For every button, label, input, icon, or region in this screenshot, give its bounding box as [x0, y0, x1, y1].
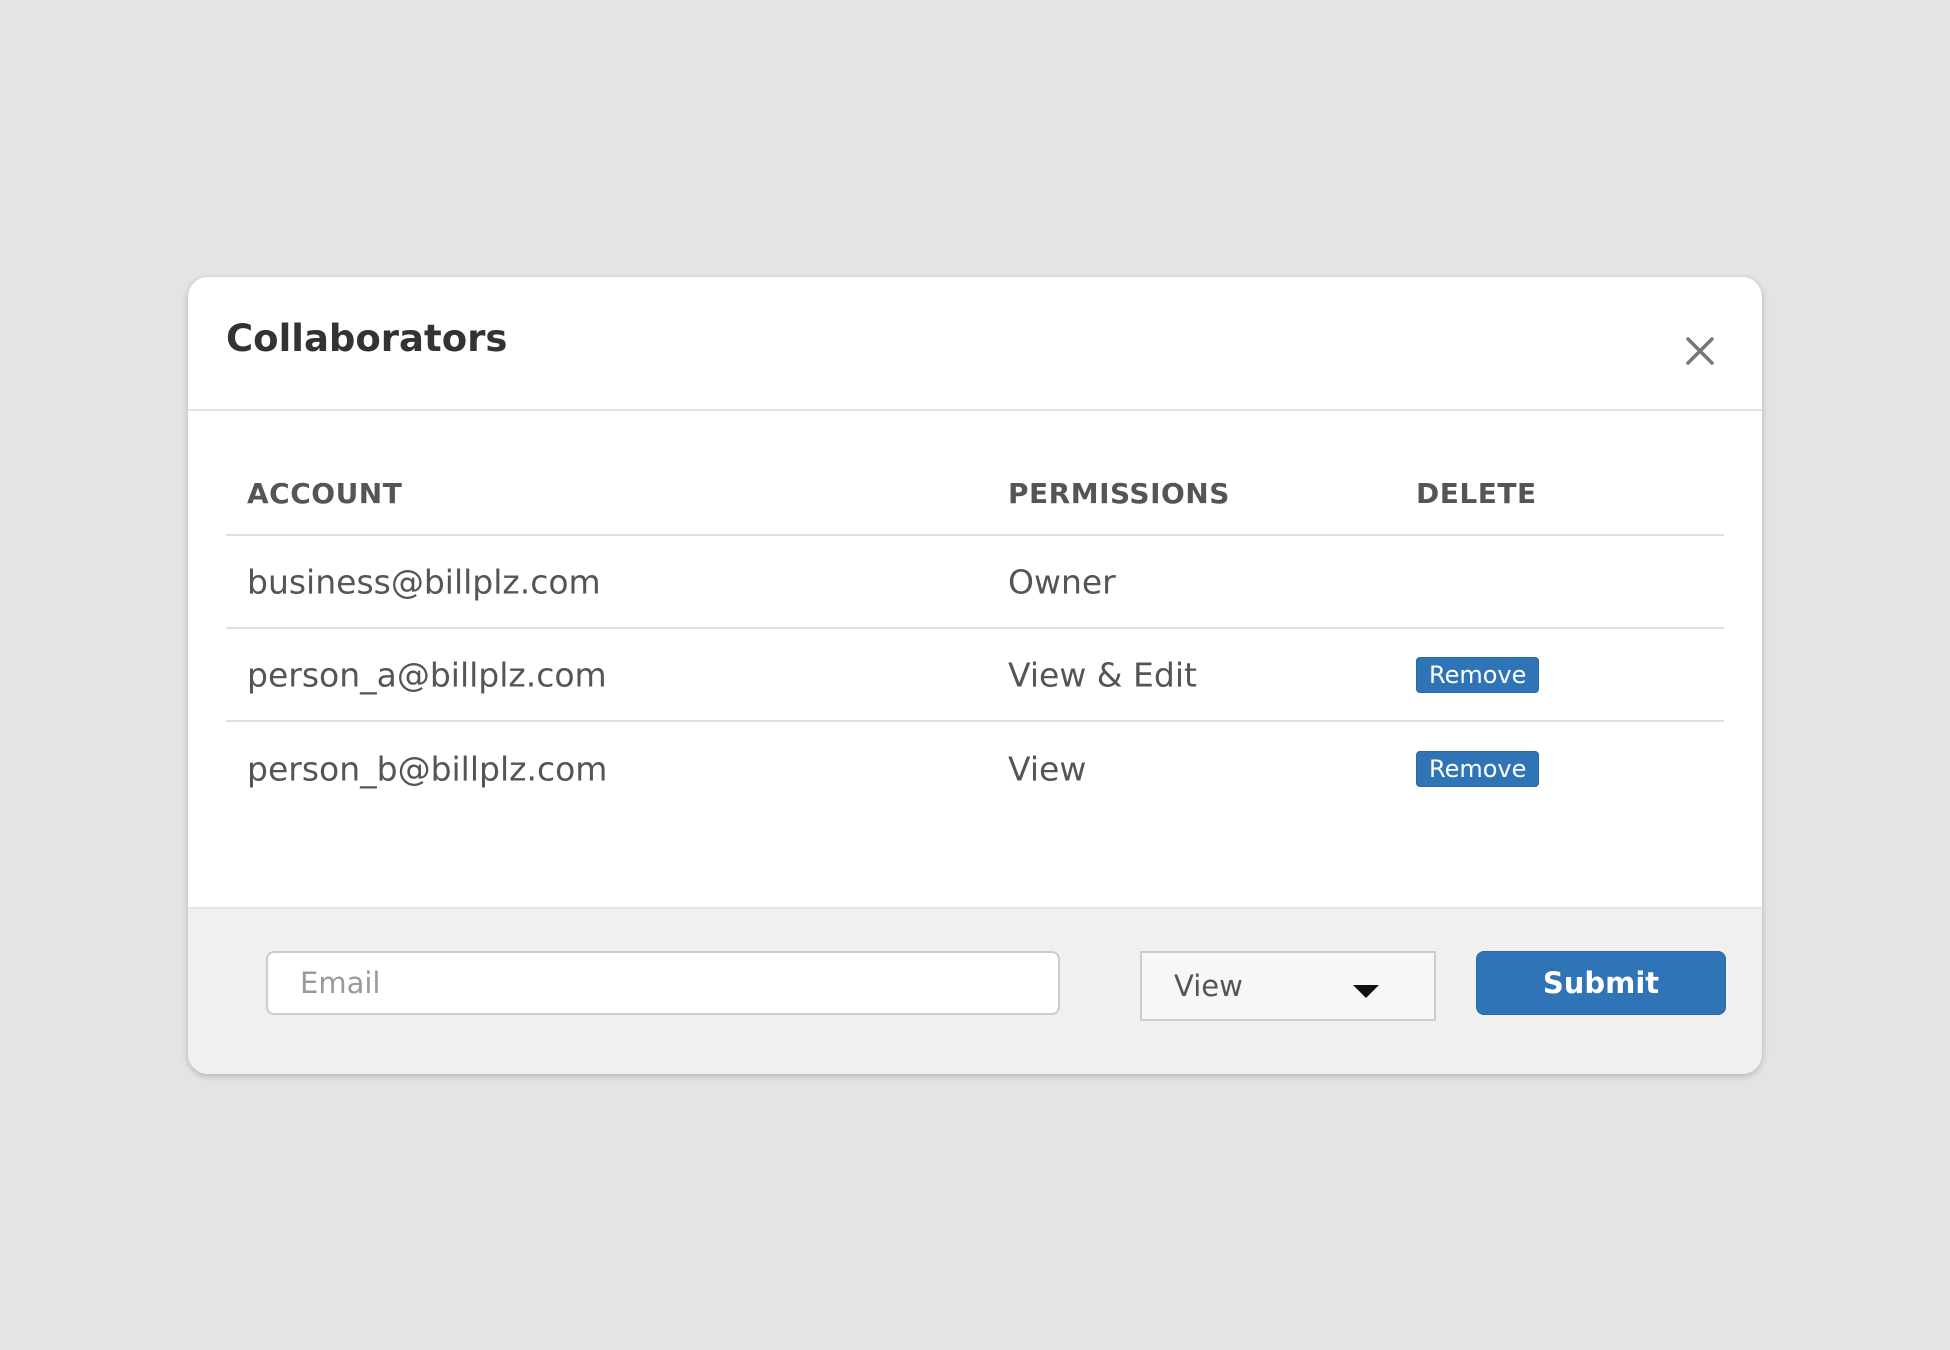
remove-button[interactable]: Remove [1416, 750, 1540, 787]
table-row: person_a@billplz.com View & Edit Remove [226, 629, 1724, 722]
account-email: business@billplz.com [247, 562, 601, 601]
column-header-delete: DELETE [1416, 477, 1537, 510]
submit-button[interactable]: Submit [1476, 951, 1726, 1015]
permission-value: View & Edit [1008, 655, 1197, 694]
close-button[interactable] [1678, 329, 1722, 373]
permission-select-value: View [1174, 969, 1243, 1003]
modal-footer: View Submit [188, 907, 1762, 1074]
account-email: person_b@billplz.com [247, 749, 608, 788]
permission-value: Owner [1008, 562, 1116, 601]
permission-select[interactable]: View [1140, 951, 1436, 1021]
modal-header: Collaborators [188, 277, 1762, 411]
caret-down-icon [1353, 985, 1379, 998]
modal-title: Collaborators [226, 317, 508, 360]
table-row: person_b@billplz.com View Remove [226, 722, 1724, 815]
table-header: ACCOUNT PERMISSIONS DELETE [226, 411, 1724, 536]
permission-value: View [1008, 749, 1087, 788]
collaborators-modal: Collaborators ACCOUNT PERMISSIONS DELETE… [188, 277, 1762, 1074]
email-input[interactable] [266, 951, 1060, 1015]
collaborators-table: ACCOUNT PERMISSIONS DELETE business@bill… [226, 411, 1724, 815]
close-icon [1686, 337, 1714, 365]
table-row: business@billplz.com Owner [226, 536, 1724, 629]
column-header-permissions: PERMISSIONS [1008, 477, 1230, 510]
column-header-account: ACCOUNT [247, 477, 403, 510]
remove-button[interactable]: Remove [1416, 656, 1540, 693]
account-email: person_a@billplz.com [247, 655, 607, 694]
